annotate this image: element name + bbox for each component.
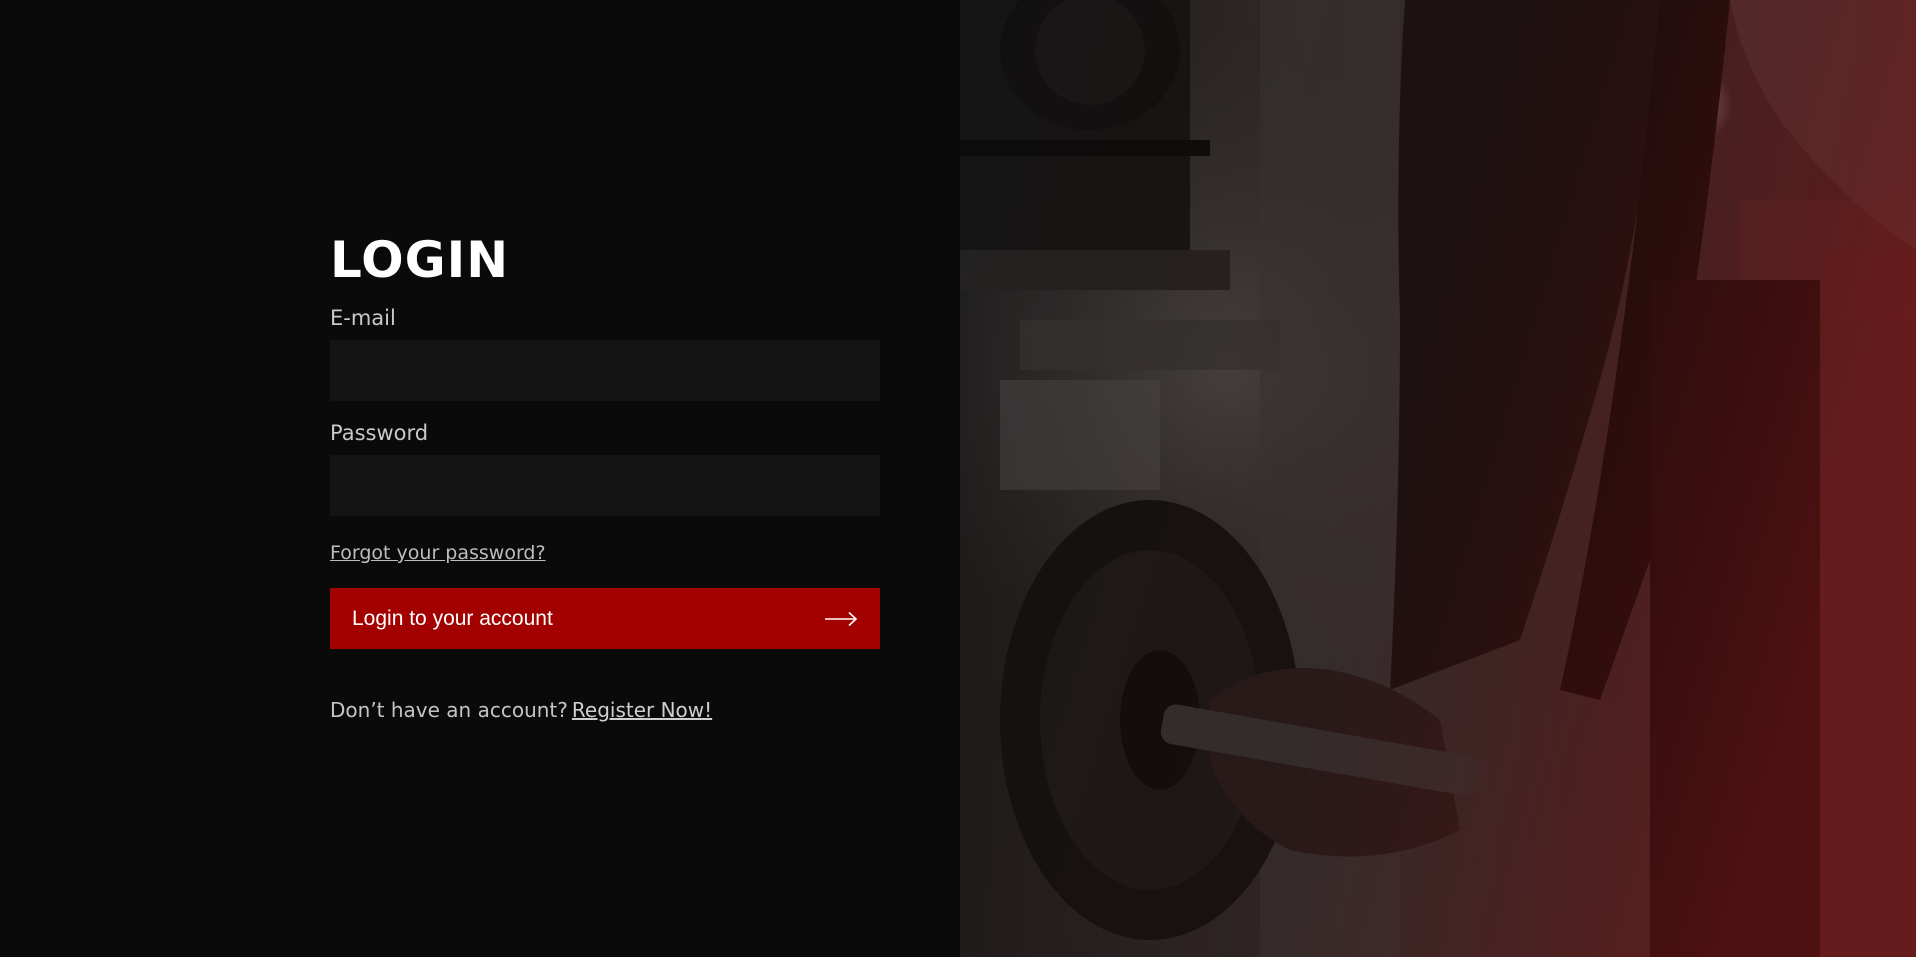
register-prompt: Don’t have an account? Register Now!	[330, 696, 880, 724]
register-link[interactable]: Register Now!	[572, 698, 712, 722]
register-prompt-text: Don’t have an account?	[330, 698, 568, 722]
login-button-label: Login to your account	[352, 606, 553, 630]
email-label: E-mail	[330, 306, 396, 330]
arrow-right-icon	[825, 611, 858, 626]
login-form: LOGIN E-mail Password Forgot your passwo…	[330, 226, 880, 724]
gym-dumbbell-photo	[960, 0, 1916, 957]
password-label: Password	[330, 421, 429, 445]
login-panel: LOGIN E-mail Password Forgot your passwo…	[0, 0, 960, 957]
email-field[interactable]	[330, 340, 880, 401]
password-field[interactable]	[330, 455, 880, 516]
login-button[interactable]: Login to your account	[330, 588, 880, 649]
login-page: LOGIN E-mail Password Forgot your passwo…	[0, 0, 1916, 957]
hero-image	[960, 0, 1916, 957]
forgot-password-link[interactable]: Forgot your password?	[330, 540, 546, 566]
page-title: LOGIN	[330, 231, 510, 289]
